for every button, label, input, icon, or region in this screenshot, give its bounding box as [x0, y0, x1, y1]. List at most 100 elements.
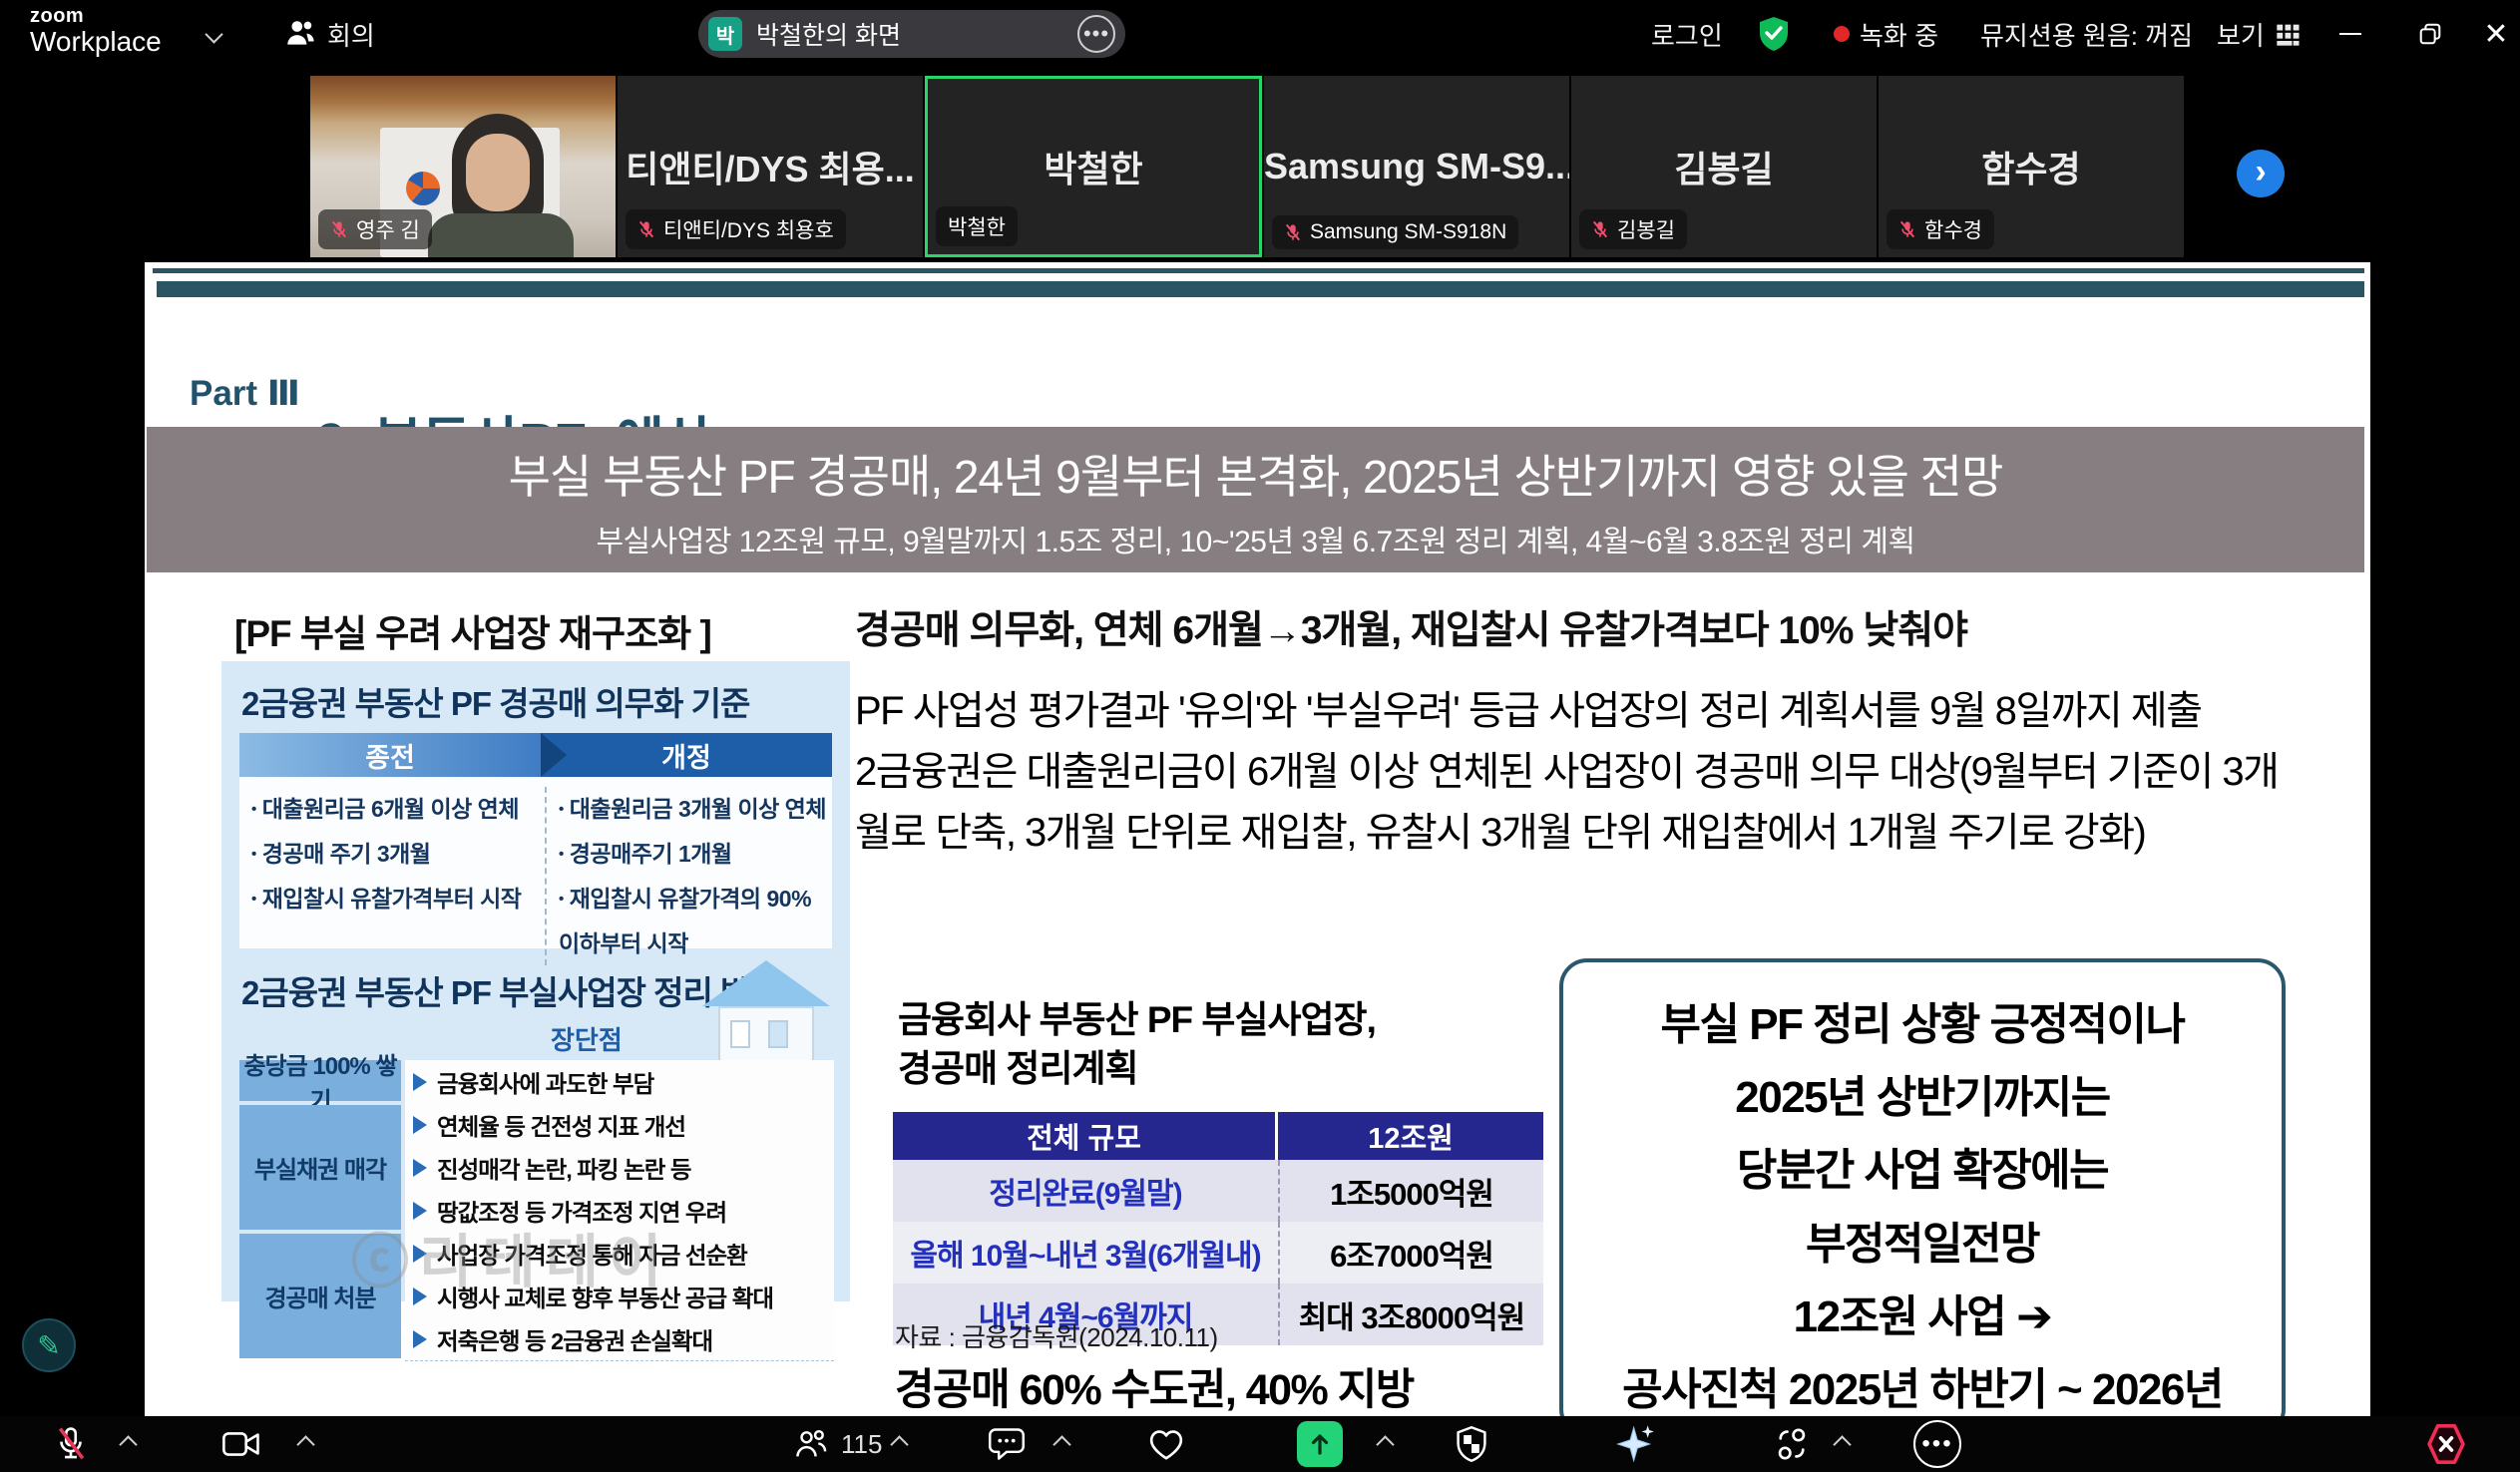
- muted-mic-icon: [1591, 220, 1609, 238]
- video-tile-samsung[interactable]: Samsung SM-S9... Samsung SM-S918N: [1264, 76, 1569, 257]
- close-button[interactable]: ✕: [2472, 0, 2520, 68]
- restore-button[interactable]: [2406, 0, 2454, 68]
- ai-sparkle-icon: [1616, 1423, 1656, 1465]
- recording-indicator[interactable]: 녹화 중: [1834, 0, 1938, 68]
- reactions-button[interactable]: [1147, 1416, 1185, 1472]
- muted-mic-icon: [1284, 223, 1302, 241]
- share-screen-button[interactable]: [1297, 1416, 1343, 1472]
- minimize-icon: [2339, 33, 2361, 36]
- subhead-right: 경공매 의무화, 연체 6개월→3개월, 재입찰시 유찰가격보다 10% 낮춰야: [855, 599, 1967, 655]
- screen-share-pill[interactable]: 박 박철한의 화면 •••: [698, 10, 1125, 58]
- chevron-up-icon: [1833, 1435, 1851, 1453]
- chevron-up-icon: [1052, 1435, 1070, 1453]
- body-paragraphs: PF 사업성 평가결과 '유의'와 '부실우려' 등급 사업장의 정리 계획서를…: [855, 681, 2307, 863]
- chevron-up-icon: [296, 1435, 314, 1453]
- method-point: 진성매각 논란, 파킹 논란 등: [405, 1146, 834, 1190]
- company-logo: [406, 172, 440, 205]
- leave-hexagon-x-icon: [2424, 1421, 2468, 1467]
- logo-text-zoom: zoom: [30, 6, 162, 26]
- share-screen-icon: [1297, 1421, 1343, 1467]
- restore-icon: [2417, 21, 2443, 47]
- security-badge[interactable]: [1758, 0, 1790, 68]
- apps-button[interactable]: [1774, 1416, 1810, 1472]
- next-participants-button[interactable]: ›: [2237, 150, 2285, 197]
- old-rules-list: 대출원리금 6개월 이상 연체 경공매 주기 3개월 재입찰시 유찰가격부터 시…: [251, 787, 529, 921]
- plan-table: 전체 규모 12조원 정리완료(9월말) 1조5000억원 올해 10월~내년 …: [893, 1112, 1543, 1345]
- apps-options-toggle[interactable]: [1836, 1416, 1849, 1472]
- avatar: 박: [708, 17, 742, 51]
- leave-meeting-button[interactable]: [2424, 1416, 2468, 1472]
- logo-text-workplace: Workplace: [30, 28, 162, 56]
- ai-companion-button[interactable]: [1616, 1416, 1656, 1472]
- zoom-title-bar: zoom Workplace 회의 박 박철한의 화면 ••• 로그인 녹화 중…: [0, 0, 2520, 68]
- apps-icon: [1774, 1426, 1810, 1462]
- minimize-button[interactable]: [2326, 0, 2374, 68]
- pf-infographic: 2금융권 부동산 PF 경공매 의무화 기준 종전 개정 대출원리금 6개월 이…: [221, 661, 850, 1301]
- login-button[interactable]: 로그인: [1651, 0, 1723, 68]
- muted-mic-icon: [52, 1425, 90, 1463]
- muted-mic-icon: [330, 220, 348, 238]
- headline-banner: 부실 부동산 PF 경공매, 24년 9월부터 본격화, 2025년 상반기까지…: [147, 427, 2364, 572]
- video-tile-kim-bonggil[interactable]: 김봉길 김봉길: [1571, 76, 1877, 257]
- workspace-menu-toggle[interactable]: [208, 0, 220, 68]
- camera-icon: [221, 1427, 261, 1461]
- shared-screen-title: 박철한의 화면: [756, 16, 1063, 52]
- triangle-bullet-icon: [413, 1330, 427, 1348]
- slide-accent-line: [153, 268, 2364, 273]
- original-sound-toggle[interactable]: 뮤지션용 원음: 꺼짐: [1980, 0, 2193, 68]
- arrow-right-icon: [541, 733, 567, 777]
- video-tile-tnt-dys[interactable]: 티앤티/DYS 최용... 티앤티/DYS 최용호: [618, 76, 923, 257]
- mic-button[interactable]: [52, 1416, 90, 1472]
- region-split-note: 경공매 60% 수도권, 40% 지방: [895, 1355, 1414, 1416]
- video-tile-park-cheolhan-active[interactable]: 박철한 박철한: [925, 76, 1262, 257]
- chat-options-toggle[interactable]: [1055, 1416, 1068, 1472]
- view-grid-icon: [2275, 20, 2303, 48]
- pencil-icon: ✎: [37, 1329, 60, 1362]
- recording-label: 녹화 중: [1860, 16, 1938, 53]
- participants-options-toggle[interactable]: [893, 1416, 906, 1472]
- outlook-box: 부실 PF 정리 상황 긍정적이나 2025년 상반기까지는 당분간 사업 확장…: [1559, 958, 2286, 1416]
- method-point: 연체율 등 건전성 지표 개선: [405, 1103, 834, 1147]
- video-button[interactable]: [221, 1416, 261, 1472]
- table-row: 정리완료(9월말) 1조5000억원: [893, 1160, 1543, 1222]
- share-options-toggle[interactable]: [1379, 1416, 1392, 1472]
- mic-options-toggle[interactable]: [122, 1416, 135, 1472]
- security-button[interactable]: [1455, 1416, 1488, 1472]
- participant-name-tag: Samsung SM-S918N: [1272, 215, 1518, 249]
- comparison-panel: 대출원리금 6개월 이상 연체 경공매 주기 3개월 재입찰시 유찰가격부터 시…: [239, 777, 832, 948]
- paragraph-2: 2금융권은 대출원리금이 6개월 이상 연체된 사업장이 경공매 의무 대상(9…: [855, 742, 2307, 864]
- recording-dot-icon: [1834, 26, 1850, 42]
- shield-check-icon: [1758, 16, 1790, 52]
- method-row-label: 충당금 100% 쌓기: [239, 1060, 401, 1101]
- zoom-workplace-logo: zoom Workplace: [30, 6, 162, 56]
- plan-table-header: 전체 규모 12조원: [893, 1112, 1543, 1160]
- participants-count: 115: [841, 1429, 882, 1460]
- annotate-button[interactable]: ✎: [22, 1318, 76, 1372]
- slide-accent-bar: [157, 281, 2364, 297]
- view-button[interactable]: 보기: [2217, 0, 2303, 68]
- meeting-label: 회의: [327, 16, 375, 53]
- muted-mic-icon: [1898, 220, 1916, 238]
- participant-name-tag: 김봉길: [1579, 209, 1687, 249]
- more-options-icon[interactable]: •••: [1077, 15, 1115, 53]
- table-row: 올해 10월~내년 3월(6개월내) 6조7000억원: [893, 1222, 1543, 1284]
- video-tile-yeongju-kim[interactable]: 영주 김: [310, 76, 616, 257]
- data-source: 자료 : 금융감독원(2024.10.11): [895, 1317, 1218, 1354]
- video-tile-ham-sugyeong[interactable]: 함수경 함수경: [1879, 76, 2184, 257]
- chat-button[interactable]: [988, 1416, 1026, 1472]
- headline-line1: 부실 부동산 PF 경공매, 24년 9월부터 본격화, 2025년 상반기까지…: [147, 441, 2364, 507]
- more-button[interactable]: •••: [1913, 1416, 1961, 1472]
- chat-icon: [988, 1426, 1026, 1462]
- chevron-down-icon: [205, 25, 222, 43]
- subhead-left: [PF 부실 우려 사업장 재구조화 ]: [234, 603, 711, 657]
- pros-cons-label: 장단점: [551, 1020, 623, 1057]
- shield-icon: [1455, 1425, 1488, 1463]
- close-icon: ✕: [2483, 17, 2508, 52]
- meeting-menu[interactable]: 회의: [283, 0, 375, 68]
- method-point: 저축은행 등 2금융권 손실확대: [405, 1317, 834, 1361]
- participants-button[interactable]: 115: [793, 1416, 882, 1472]
- chevron-up-icon: [119, 1435, 137, 1453]
- triangle-bullet-icon: [413, 1073, 427, 1091]
- video-options-toggle[interactable]: [299, 1416, 312, 1472]
- participant-name-tag: 영주 김: [318, 209, 432, 249]
